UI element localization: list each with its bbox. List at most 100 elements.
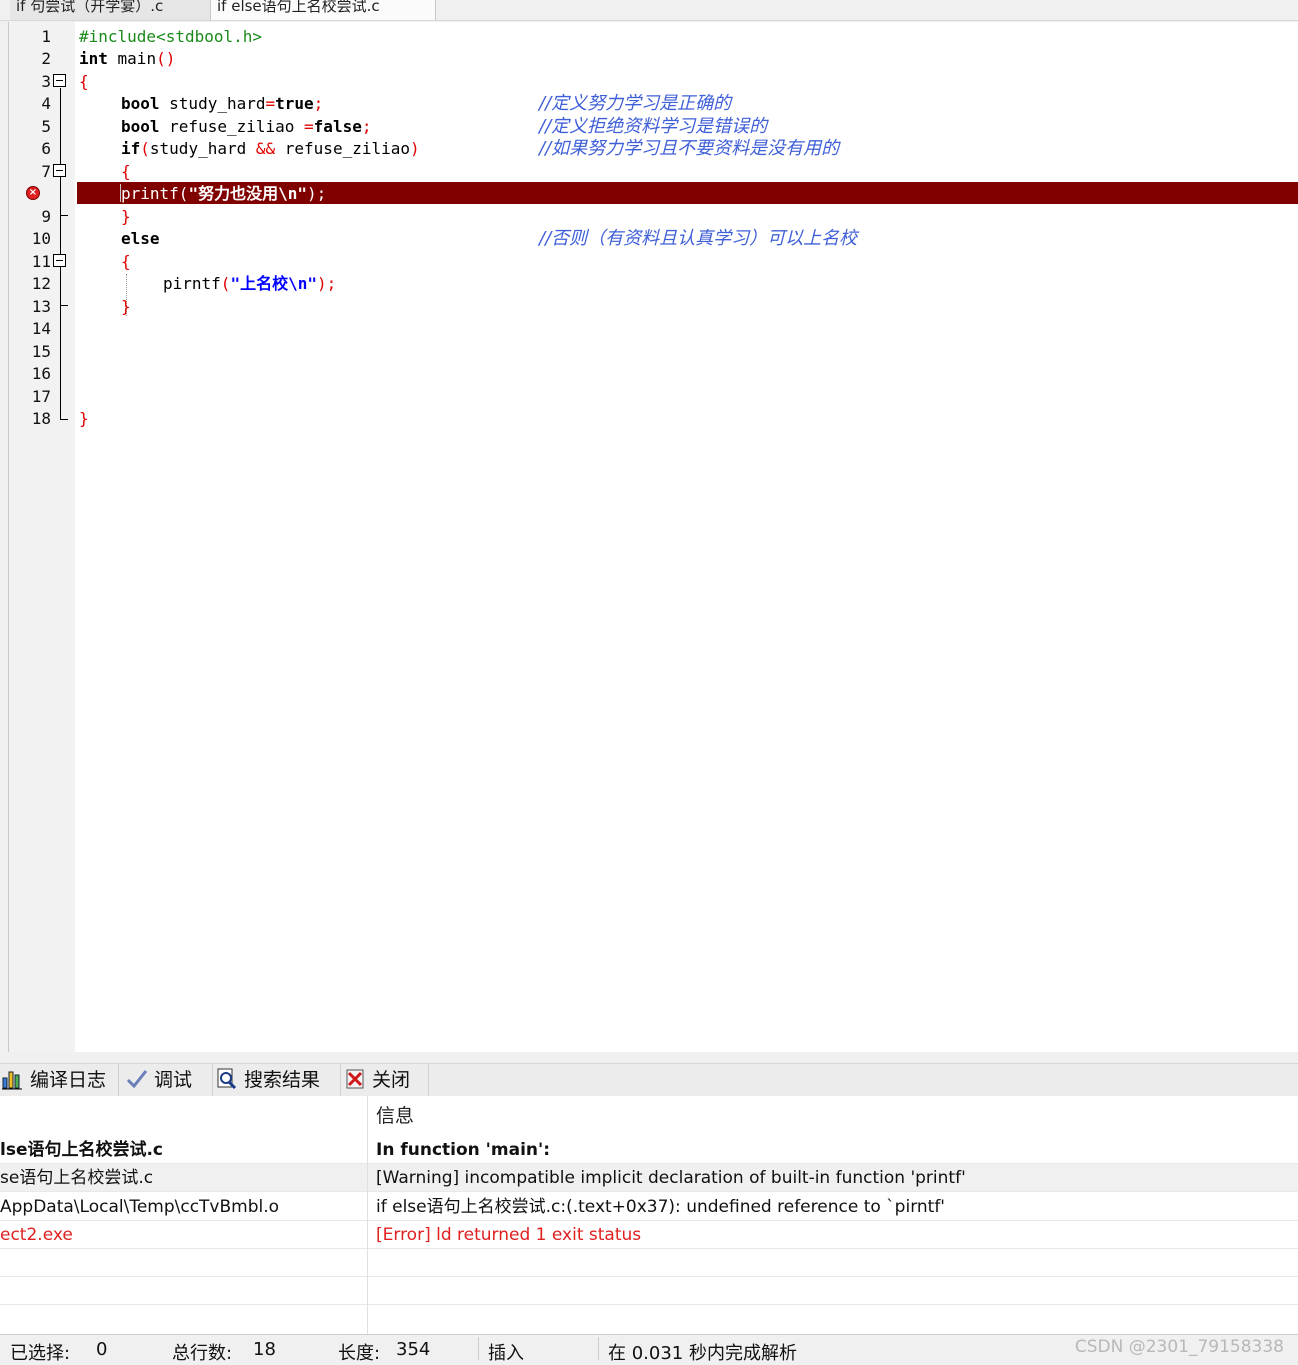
chart-icon <box>2 1068 24 1090</box>
error-marker-icon[interactable]: × <box>26 186 40 200</box>
watermark: CSDN @2301_79158338 <box>1074 1337 1284 1357</box>
code-editor[interactable]: 1 2 3 4 5 6 7 9 10 11 12 13 14 15 16 17 … <box>8 22 1298 1052</box>
semicolon: ; <box>361 117 372 136</box>
tab-label: 搜索结果 <box>244 1069 321 1091</box>
code-line-2: int main() <box>79 48 175 70</box>
line-number: 18 <box>31 409 51 428</box>
tab-debug[interactable]: 调试 <box>120 1064 213 1096</box>
search-doc-icon <box>216 1068 238 1090</box>
message-cell: [Error] ld returned 1 exit status <box>376 1225 642 1245</box>
line-number: 16 <box>31 364 51 383</box>
file-cell: lse语句上名校尝试.c <box>0 1140 164 1160</box>
table-row[interactable]: se语句上名校尝试.c [Warning] incompatible impli… <box>0 1164 1298 1192</box>
paren: ( <box>220 274 231 293</box>
keyword: false <box>313 117 362 136</box>
string-literal: "努力也没用\n" <box>188 184 307 203</box>
column-divider[interactable] <box>367 1096 368 1334</box>
tab-label: 编译日志 <box>30 1069 107 1091</box>
line-number: 3 <box>41 72 51 91</box>
tab-label: 调试 <box>154 1069 193 1091</box>
line-number: 4 <box>41 94 51 113</box>
line-number: 15 <box>31 342 51 361</box>
line-number: 9 <box>41 207 51 226</box>
tab-if-start[interactable]: if 句尝试（开学宴）.c <box>10 0 213 20</box>
function-call: printf( <box>121 184 189 203</box>
comment-line-4: //定义努力学习是正确的 <box>539 93 732 114</box>
message-cell: In function 'main': <box>376 1140 551 1160</box>
editor-tab-bar: if 句尝试（开学宴）.c if else语句上名校尝试.c <box>0 0 1298 21</box>
keyword: if <box>121 139 141 158</box>
paren: ( <box>140 139 150 158</box>
line-number: 6 <box>41 139 51 158</box>
identifier: refuse_ziliao <box>159 117 305 136</box>
fold-toggle-icon[interactable] <box>53 164 66 177</box>
line-number: 7 <box>41 162 51 181</box>
fold-end-tick <box>60 305 68 306</box>
code-line-9: } <box>121 207 131 226</box>
function-call: pirntf <box>163 274 221 293</box>
code-line-13: } <box>121 297 131 316</box>
text-caret <box>120 184 121 202</box>
code-line-8: printf("努力也没用\n"); <box>121 183 326 205</box>
tab-if-else-school[interactable]: if else语句上名校尝试.c <box>210 0 436 20</box>
paren-semicolon: ); <box>316 274 337 293</box>
paren-semicolon: ); <box>306 184 327 203</box>
semicolon: ; <box>313 94 324 113</box>
line-number: 13 <box>31 297 51 316</box>
status-mode: 插入 <box>488 1343 524 1364</box>
file-cell: ect2.exe <box>0 1225 73 1245</box>
keyword: true <box>275 94 314 113</box>
table-row[interactable]: ect2.exe [Error] ld returned 1 exit stat… <box>0 1221 1298 1249</box>
status-divider <box>598 1337 599 1360</box>
line-gutter: 1 2 3 4 5 6 7 9 10 11 12 13 14 15 16 17 … <box>9 22 75 1052</box>
line-number: 10 <box>31 229 51 248</box>
status-total-value: 18 <box>253 1339 276 1360</box>
tab-label: 关闭 <box>372 1069 411 1091</box>
empty-row <box>0 1277 1298 1305</box>
fold-end-tick <box>60 215 68 216</box>
table-row[interactable]: lse语句上名校尝试.c In function 'main': <box>0 1136 1298 1164</box>
tab-compile-log[interactable]: 编译日志 <box>0 1064 119 1096</box>
file-cell: se语句上名校尝试.c <box>0 1168 154 1188</box>
status-selected-label: 已选择: <box>10 1343 71 1364</box>
table-row[interactable]: AppData\Local\Temp\ccTvBmbl.o if else语句上… <box>0 1193 1298 1221</box>
fold-toggle-icon[interactable] <box>53 74 66 87</box>
identifier: main <box>107 49 157 68</box>
code-line-12: pirntf("上名校\n"); <box>163 273 336 295</box>
identifier: study_hard <box>149 139 256 158</box>
status-selected-value: 0 <box>96 1339 108 1360</box>
line-number: 11 <box>31 252 51 271</box>
status-total-label: 总行数: <box>172 1343 233 1364</box>
output-tab-bar: 编译日志 调试 搜索结果 关闭 <box>0 1063 1298 1096</box>
operator: && <box>255 139 276 158</box>
tab-search-results[interactable]: 搜索结果 <box>210 1064 341 1096</box>
keyword: bool <box>121 94 160 113</box>
code-line-4: bool study_hard=true; <box>121 93 323 115</box>
comment-line-5: //定义拒绝资料学习是错误的 <box>539 116 768 137</box>
message-cell: if else语句上名校尝试.c:(.text+0x37): undefined… <box>376 1197 945 1217</box>
line-number: 14 <box>31 319 51 338</box>
code-line-5: bool refuse_ziliao =false; <box>121 116 371 138</box>
paren: () <box>156 49 176 68</box>
fold-toggle-icon[interactable] <box>53 254 66 267</box>
string-literal: "上名校\n" <box>230 274 317 293</box>
column-header-message[interactable]: 信息 <box>376 1102 1296 1130</box>
status-bar: 已选择: 0 总行数: 18 长度: 354 插入 在 0.031 秒内完成解析… <box>0 1334 1298 1364</box>
code-line-18: } <box>79 409 89 428</box>
status-length-label: 长度: <box>338 1343 381 1364</box>
empty-row <box>0 1249 1298 1277</box>
comment-line-10: //否则（有资料且认真学习）可以上名校 <box>539 228 858 249</box>
operator: = <box>304 117 314 136</box>
code-line-3: { <box>79 72 89 91</box>
check-icon <box>126 1068 148 1090</box>
file-cell: AppData\Local\Temp\ccTvBmbl.o <box>0 1197 280 1217</box>
code-line-6: if(study_hard && refuse_ziliao) <box>121 138 420 160</box>
code-line-11: { <box>121 252 131 271</box>
line-number: 17 <box>31 387 51 406</box>
message-cell: [Warning] incompatible implicit declarat… <box>376 1168 966 1188</box>
identifier: study_hard <box>159 94 266 113</box>
keyword: int <box>79 49 108 68</box>
operator: = <box>265 94 276 113</box>
paren: ) <box>410 139 420 158</box>
tab-close[interactable]: 关闭 <box>338 1064 429 1096</box>
